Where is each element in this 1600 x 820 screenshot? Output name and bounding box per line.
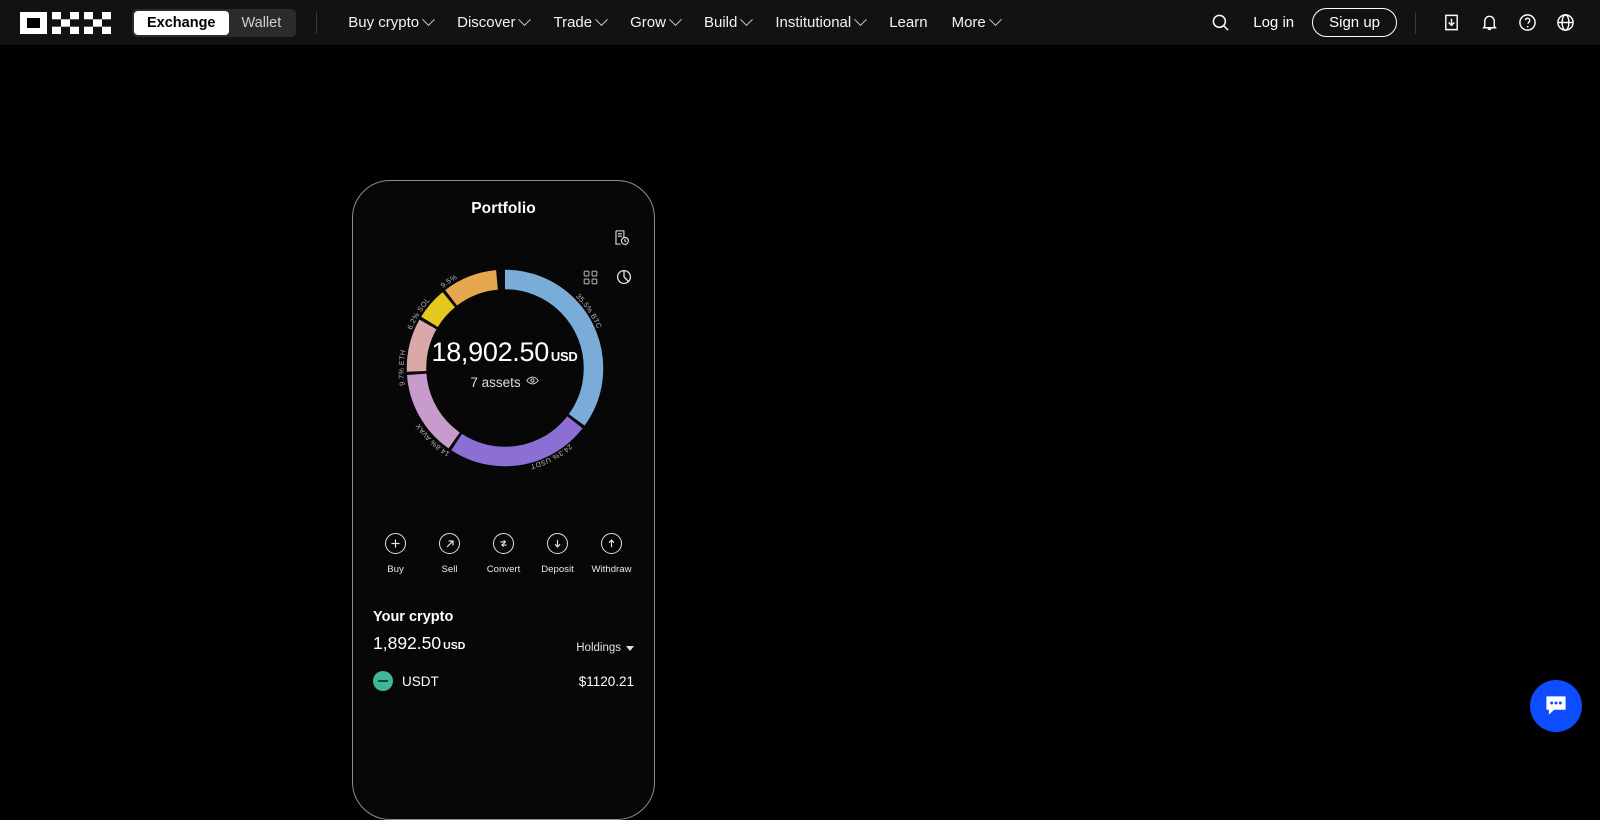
nav-right-actions: Log in Sign up: [1203, 6, 1582, 40]
action-label: Buy: [387, 564, 404, 575]
assets-count-row[interactable]: 7 assets: [353, 374, 655, 390]
list-item[interactable]: USDT $1120.21: [373, 671, 634, 691]
eye-icon[interactable]: [526, 374, 539, 390]
quick-actions: Buy Sell Convert Deposit Withdraw: [353, 533, 654, 575]
page-title: Portfolio: [471, 200, 536, 218]
chevron-down-icon: [989, 13, 1002, 26]
action-label: Convert: [487, 564, 521, 575]
arrow-up-circle-icon: [601, 533, 622, 554]
action-convert[interactable]: Convert: [487, 533, 520, 575]
arrow-up-right-circle-icon: [439, 533, 460, 554]
chevron-down-icon: [854, 13, 867, 26]
action-label: Withdraw: [592, 564, 632, 575]
globe-icon[interactable]: [1548, 6, 1582, 40]
your-crypto-currency: USD: [443, 640, 465, 652]
holdings-sort-dropdown[interactable]: Holdings: [576, 642, 634, 654]
action-deposit[interactable]: Deposit: [541, 533, 574, 575]
nav-item-discover[interactable]: Discover: [446, 8, 540, 37]
segment-wallet[interactable]: Wallet: [229, 11, 295, 35]
nav-item-label: Discover: [457, 14, 515, 31]
holdings-label: Holdings: [576, 642, 621, 654]
your-crypto-number: 1,892.50: [373, 633, 441, 653]
your-crypto-amount: 1,892.50USD: [373, 633, 465, 654]
nav-item-trade[interactable]: Trade: [542, 8, 617, 37]
action-buy[interactable]: Buy: [379, 533, 412, 575]
portfolio-total-number: 18,902.50: [432, 337, 549, 367]
nav-item-label: More: [952, 14, 986, 31]
convert-circle-icon: [493, 533, 514, 554]
nav-item-label: Buy crypto: [348, 14, 419, 31]
nav-divider: [316, 12, 317, 34]
nav-item-grow[interactable]: Grow: [619, 8, 691, 37]
nav-item-label: Learn: [889, 14, 927, 31]
chevron-down-icon: [626, 646, 634, 651]
arrow-down-circle-icon: [547, 533, 568, 554]
search-icon[interactable]: [1203, 6, 1237, 40]
chevron-down-icon: [740, 13, 753, 26]
chat-support-button[interactable]: [1530, 680, 1582, 732]
nav-item-label: Institutional: [775, 14, 851, 31]
top-navbar: Exchange Wallet Buy crypto Discover Trad…: [0, 0, 1600, 45]
asset-symbol: USDT: [402, 674, 439, 689]
nav-item-label: Build: [704, 14, 737, 31]
login-button[interactable]: Log in: [1241, 8, 1306, 37]
action-sell[interactable]: Sell: [433, 533, 466, 575]
your-crypto-title: Your crypto: [373, 609, 634, 625]
chat-bubble-icon: [1543, 693, 1569, 719]
phone-mockup: Portfolio: [352, 180, 655, 820]
nav-item-learn[interactable]: Learn: [878, 8, 938, 37]
nav-item-label: Grow: [630, 14, 666, 31]
signup-button[interactable]: Sign up: [1312, 8, 1397, 37]
download-icon[interactable]: [1434, 6, 1468, 40]
nav-item-build[interactable]: Build: [693, 8, 762, 37]
plus-circle-icon: [385, 533, 406, 554]
chevron-down-icon: [595, 13, 608, 26]
your-crypto-section: Your crypto 1,892.50USD Holdings USDT $1…: [353, 609, 654, 691]
phone-header: Portfolio: [353, 181, 654, 237]
asset-value: $1120.21: [579, 674, 634, 689]
bell-icon[interactable]: [1472, 6, 1506, 40]
okx-logo[interactable]: [20, 12, 112, 34]
help-circle-icon[interactable]: [1510, 6, 1544, 40]
nav-item-institutional[interactable]: Institutional: [764, 8, 876, 37]
action-label: Deposit: [541, 564, 574, 575]
portfolio-donut-chart: 35.5% BTC 24.3% USDT 14.8% AVAX 9.7% ETH…: [353, 241, 655, 509]
action-withdraw[interactable]: Withdraw: [595, 533, 628, 575]
nav-item-label: Trade: [553, 14, 592, 31]
chevron-down-icon: [422, 13, 435, 26]
usdt-token-icon: [373, 671, 393, 691]
your-crypto-summary: 1,892.50USD Holdings: [373, 633, 634, 654]
segment-exchange[interactable]: Exchange: [134, 11, 229, 35]
chevron-down-icon: [519, 13, 532, 26]
nav-item-buy-crypto[interactable]: Buy crypto: [337, 8, 444, 37]
nav-item-more[interactable]: More: [941, 8, 1011, 37]
portfolio-total: 18,902.50USD 7 assets: [353, 337, 655, 390]
portfolio-currency: USD: [551, 349, 578, 364]
nav-right-divider: [1415, 12, 1416, 34]
action-label: Sell: [442, 564, 458, 575]
portfolio-total-value: 18,902.50USD: [353, 337, 655, 368]
chevron-down-icon: [669, 13, 682, 26]
assets-count-label: 7 assets: [470, 375, 520, 390]
product-switcher: Exchange Wallet: [132, 9, 296, 37]
nav-links: Buy crypto Discover Trade Grow Build Ins…: [337, 8, 1011, 37]
